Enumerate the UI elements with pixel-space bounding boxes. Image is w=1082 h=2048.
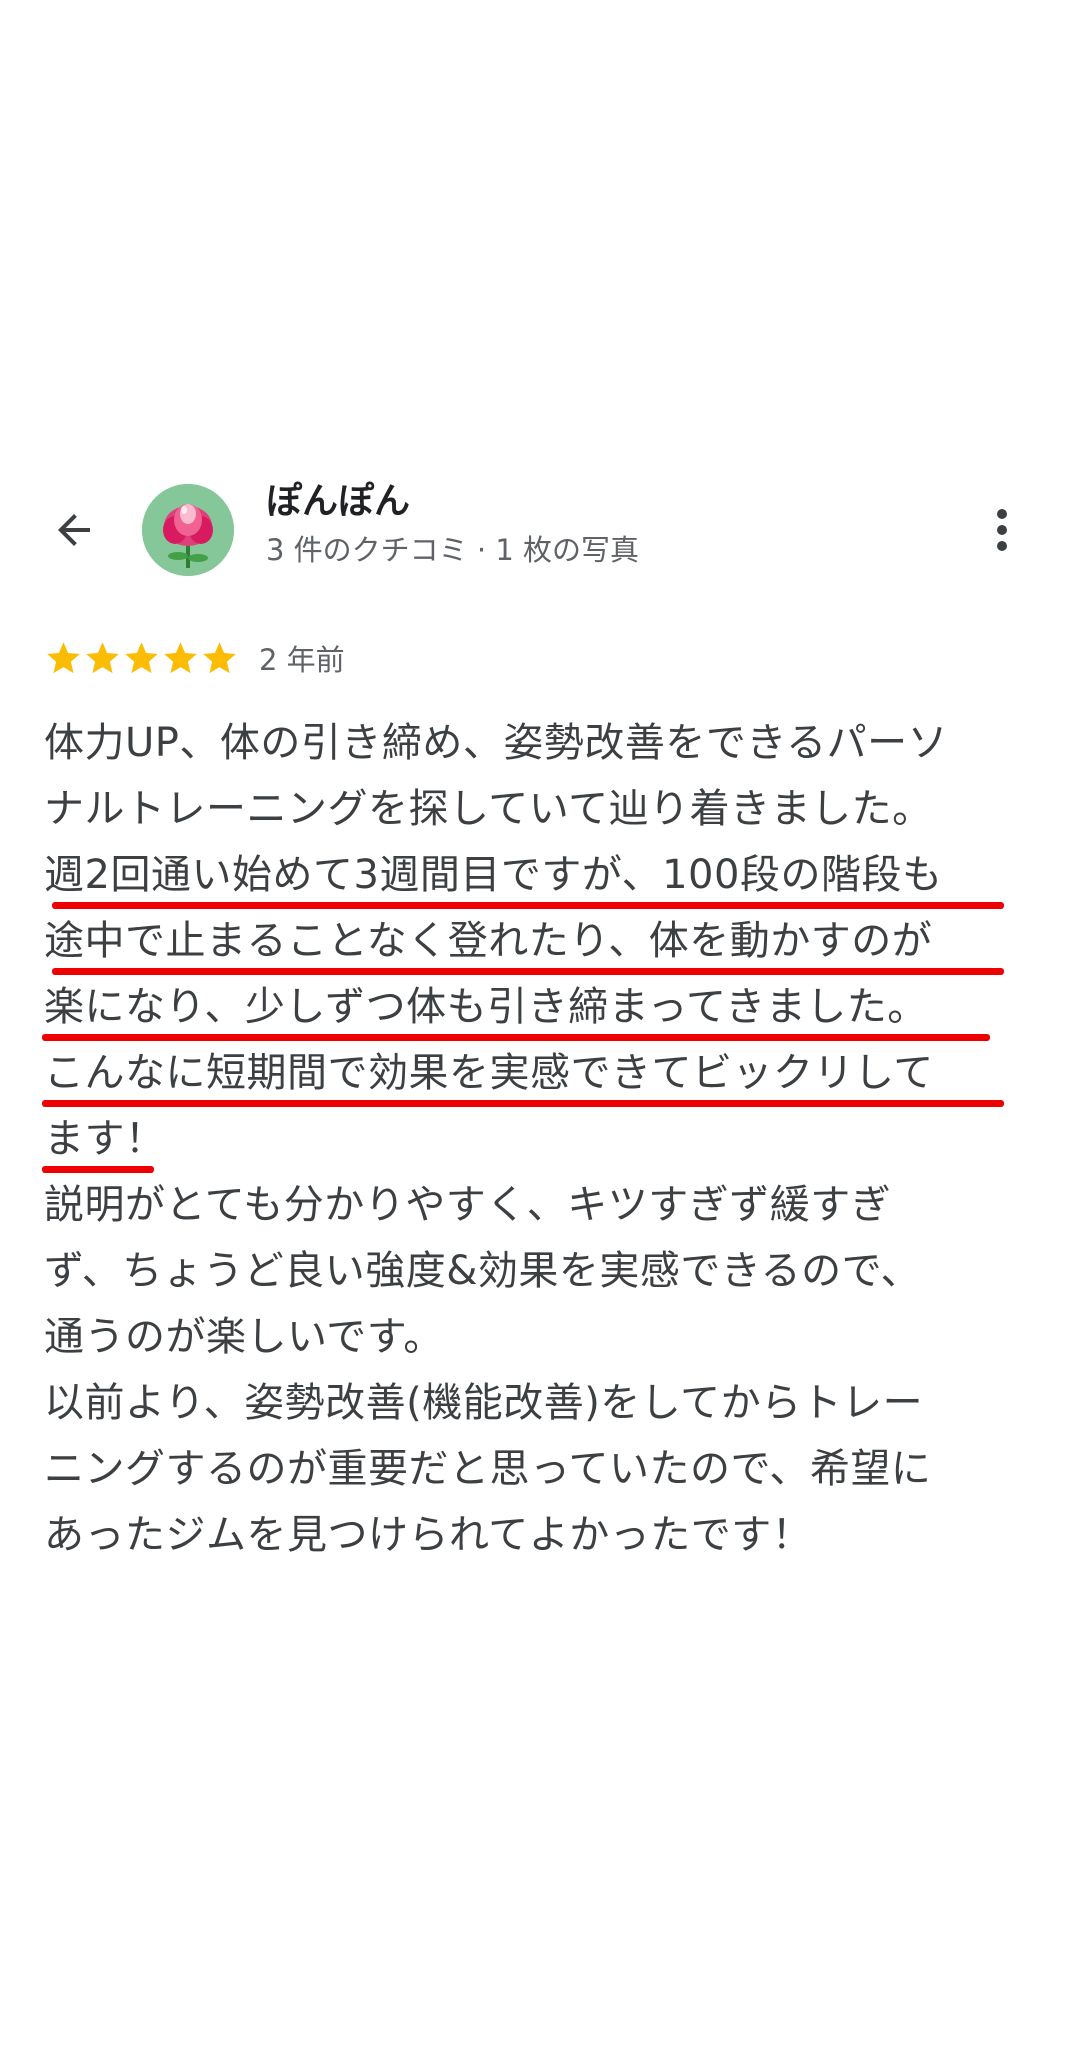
review-body: 体力UP、体の引き締め、姿勢改善をできるパーソ ナルトレーニングを探していて辿り… <box>42 710 1044 1568</box>
rating-row: 2 年前 <box>44 636 345 680</box>
reviewer-name[interactable]: ぽんぽん <box>266 480 410 524</box>
review-line-text: 週2回通い始めて3週間目ですが、100段の階段も <box>44 852 943 898</box>
review-line-highlighted: 途中で止まることなく登れたり、体を動かすのが <box>44 908 1044 975</box>
review-line: ず、ちょうど良い強度&効果を実感できるので、 <box>44 1248 921 1294</box>
review-time: 2 年前 <box>259 643 345 677</box>
reviewer-meta: 3 件のクチコミ · 1 枚の写真 <box>266 533 639 567</box>
lotus-flower-avatar <box>142 484 234 576</box>
star-icon <box>203 641 236 673</box>
avatar[interactable] <box>142 484 234 576</box>
more-vert-icon <box>997 509 1007 551</box>
review-line: ナルトレーニングを探していて辿り着きました。 <box>44 786 933 832</box>
review-line-text: こんなに短期間で効果を実感できてビックリして <box>44 1050 934 1096</box>
review-line-highlighted: こんなに短期間で効果を実感できてビックリして <box>42 1040 1044 1107</box>
star-icon <box>164 641 197 673</box>
star-rating <box>44 639 239 678</box>
review-header: ぽんぽん 3 件のクチコミ · 1 枚の写真 <box>0 476 1082 584</box>
review-line: 以前より、姿勢改善(機能改善)をしてからトレー <box>44 1380 924 1426</box>
review-line: 説明がとても分かりやすく、キツすぎず緩すぎ <box>44 1182 892 1228</box>
review-line: 体力UP、体の引き締め、姿勢改善をできるパーソ <box>44 720 949 766</box>
review-line-text: ます！ <box>44 1116 166 1162</box>
star-icon <box>47 641 80 673</box>
review-line-highlighted: 楽になり、少しずつ体も引き締まってきました。 <box>42 974 1044 1041</box>
star-icon <box>125 641 158 673</box>
review-line: ニングするのが重要だと思っていたので、希望に <box>44 1446 932 1492</box>
review-line-text: 途中で止まることなく登れたり、体を動かすのが <box>44 918 933 964</box>
star-icon <box>86 641 119 673</box>
review-line: あったジムを見つけられてよかったです！ <box>44 1512 813 1558</box>
review-line-highlighted: ます！ <box>42 1106 1044 1173</box>
review-line-highlighted: 週2回通い始めて3週間目ですが、100段の階段も <box>44 842 1044 909</box>
review-line: 通うのが楽しいです。 <box>44 1314 444 1360</box>
more-options-button[interactable] <box>982 500 1022 560</box>
arrow-back-icon <box>58 514 90 546</box>
back-button[interactable] <box>44 502 104 558</box>
review-line-text: 楽になり、少しずつ体も引き締まってきました。 <box>44 984 928 1030</box>
